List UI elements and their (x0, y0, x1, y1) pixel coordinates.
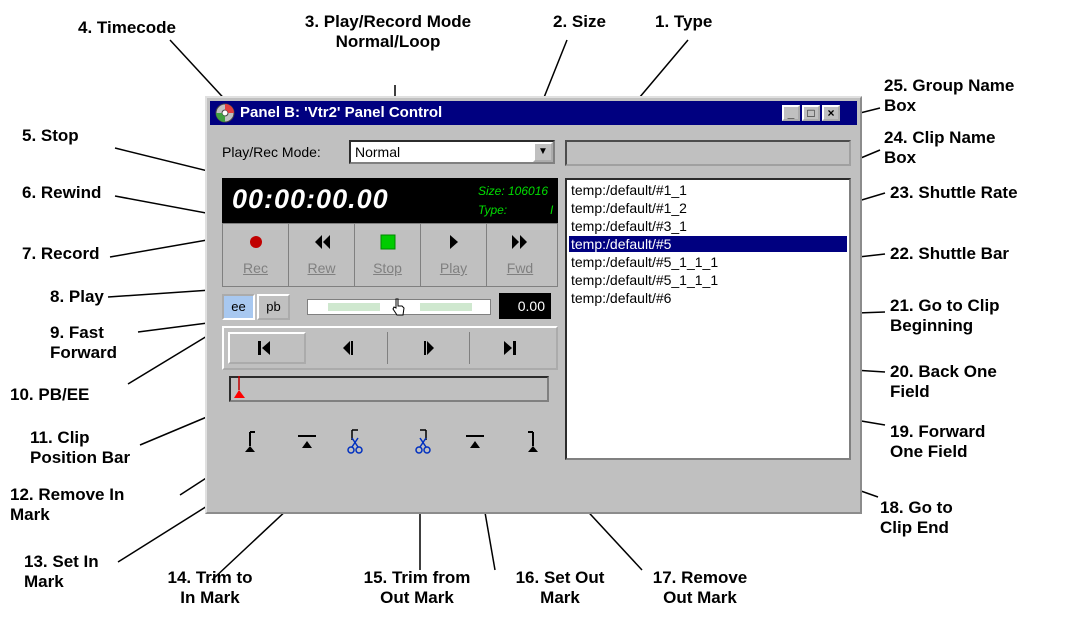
callout-23-shuttle-rate: 23. Shuttle Rate (890, 183, 1018, 202)
clip-position-bar[interactable] (229, 376, 549, 402)
callout-2-size: 2. Size (553, 12, 606, 31)
ee-button[interactable]: ee (222, 294, 255, 320)
minimize-button[interactable]: _ (782, 105, 800, 121)
step-forward-icon (424, 341, 434, 355)
callout-15-trim-from-out: 15. Trim from Out Mark (363, 568, 471, 607)
callout-24-clip-name-box: 24. Clip Name Box (884, 128, 996, 167)
list-item[interactable]: temp:/default/#3_1 (571, 218, 687, 234)
skip-to-end-icon (504, 341, 516, 355)
shuttle-rate: 0.00 (499, 293, 551, 319)
app-disc-icon (215, 103, 235, 123)
close-button[interactable]: × (822, 105, 840, 121)
maximize-button[interactable]: □ (802, 105, 820, 121)
transport-controls: Rec Rew Stop Play Fwd (222, 223, 558, 287)
callout-21-go-to-clip-beginning: 21. Go to Clip Beginning (890, 296, 1000, 335)
record-label: Rec (243, 260, 268, 276)
rewind-button[interactable]: Rew (289, 224, 355, 286)
clip-name-list[interactable]: temp:/default/#1_1 temp:/default/#1_2 te… (565, 178, 851, 460)
skip-to-start-icon (258, 341, 270, 355)
play-label: Play (439, 260, 468, 276)
timecode-display: 00:00:00.00 Size: 106016 Type: I (222, 178, 558, 223)
rewind-label: Rew (307, 260, 336, 276)
callout-6-rewind: 6. Rewind (22, 183, 102, 202)
fast-forward-button[interactable]: Fwd (487, 224, 553, 286)
go-to-clip-end-button[interactable] (474, 332, 552, 364)
type-value: I (550, 203, 554, 217)
group-name-box[interactable] (565, 140, 851, 166)
callout-13-set-in-mark: 13. Set In Mark (24, 552, 99, 591)
callout-5-stop: 5. Stop (22, 126, 79, 145)
record-icon (249, 236, 262, 248)
go-to-clip-beginning-button[interactable] (228, 332, 306, 364)
chevron-down-icon[interactable]: ▼ (533, 142, 553, 162)
title-bar[interactable]: Panel B: 'Vtr2' Panel Control _ □ × (210, 101, 857, 125)
callout-22-shuttle-bar: 22. Shuttle Bar (890, 244, 1010, 263)
callout-3-mode: 3. Play/Record Mode Normal/Loop (304, 12, 472, 51)
callout-14-trim-to-in: 14. Trim to In Mark (167, 568, 253, 607)
record-button[interactable]: Rec (223, 224, 289, 286)
remove-in-mark-button[interactable] (240, 428, 270, 458)
stop-button[interactable]: Stop (355, 224, 421, 286)
mode-label: Play/Rec Mode: (222, 144, 321, 160)
stop-icon (380, 234, 395, 250)
type-label: Type: (478, 203, 508, 217)
callout-17-remove-out-mark: 17. Remove Out Mark (652, 568, 748, 607)
size-readout: Size: 106016 (478, 184, 549, 198)
list-item[interactable]: temp:/default/#5_1_1_1 (571, 272, 718, 288)
step-back-icon (343, 341, 353, 355)
fast-forward-icon (512, 235, 527, 249)
callout-20-back-one-field: 20. Back One Field (890, 362, 997, 401)
callout-16-set-out-mark: 16. Set Out Mark (515, 568, 605, 607)
callout-8-play: 8. Play (50, 287, 104, 306)
list-item[interactable]: temp:/default/#6 (571, 290, 671, 306)
set-out-mark-button[interactable] (462, 428, 492, 458)
position-marker-icon[interactable] (233, 376, 251, 402)
callout-11-clip-position-bar: 11. Clip Position Bar (30, 428, 131, 467)
callout-19-forward-one-field: 19. Forward One Field (890, 422, 986, 461)
pb-button[interactable]: pb (257, 294, 290, 320)
forward-one-field-button[interactable] (392, 332, 470, 364)
set-in-mark-button[interactable] (292, 428, 322, 458)
mode-value: Normal (355, 144, 401, 160)
play-icon (449, 235, 458, 249)
list-item[interactable]: temp:/default/#1_2 (571, 200, 687, 216)
callout-25-group-name-box: 25. Group Name Box (884, 76, 1015, 115)
stop-label: Stop (373, 260, 402, 276)
trim-to-in-mark-button[interactable] (342, 428, 372, 458)
fast-forward-label: Fwd (506, 260, 534, 276)
list-item[interactable]: temp:/default/#5_1_1_1 (571, 254, 718, 270)
hand-cursor-icon[interactable] (390, 297, 406, 317)
shuttle-right-zone (420, 303, 472, 311)
shuttle-bar[interactable] (307, 297, 491, 317)
callout-10-pb-ee: 10. PB/EE (10, 385, 90, 404)
timecode: 00:00:00.00 (232, 184, 389, 214)
rewind-icon (314, 235, 330, 249)
list-item-selected[interactable]: temp:/default/#5 (569, 236, 847, 252)
list-item[interactable]: temp:/default/#1_1 (571, 182, 687, 198)
callout-7-record: 7. Record (22, 244, 100, 263)
callout-12-remove-in-mark: 12. Remove In Mark (10, 485, 125, 524)
trim-from-out-mark-button[interactable] (410, 428, 440, 458)
callout-18-go-to-clip-end: 18. Go to Clip End (880, 498, 953, 537)
remove-out-mark-button[interactable] (517, 428, 547, 458)
play-rec-mode-select[interactable]: Normal ▼ (349, 140, 555, 164)
back-one-field-button[interactable] (310, 332, 388, 364)
callout-9-fast-forward: 9. Fast Forward (50, 323, 118, 362)
callout-4-timecode: 4. Timecode (78, 18, 176, 37)
shuttle-left-zone (328, 303, 380, 311)
callout-1-type: 1. Type (655, 12, 713, 31)
panel-control-window: Panel B: 'Vtr2' Panel Control _ □ × Play… (205, 96, 862, 514)
play-button[interactable]: Play (421, 224, 487, 286)
field-navigation (222, 326, 558, 370)
window-title: Panel B: 'Vtr2' Panel Control (240, 104, 443, 121)
